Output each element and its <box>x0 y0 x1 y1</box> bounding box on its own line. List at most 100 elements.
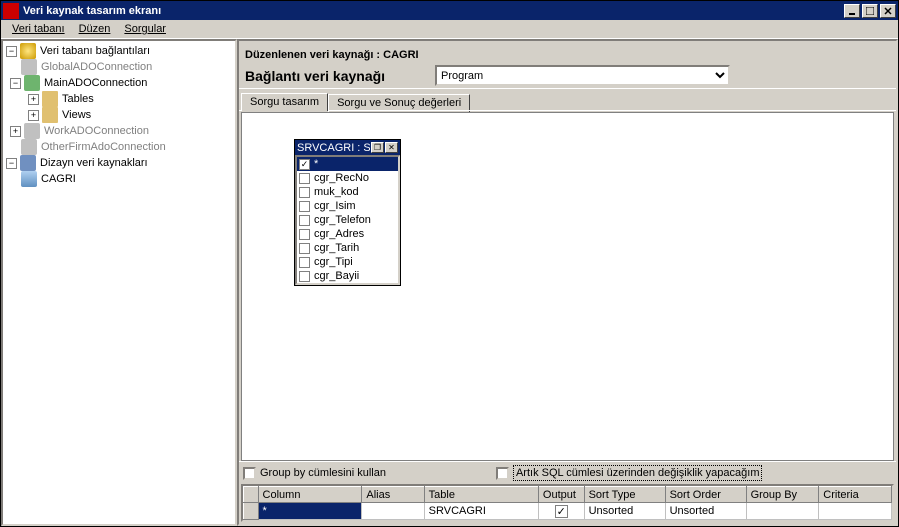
query-icon <box>21 171 37 187</box>
page-title: Düzenlenen veri kaynağı : CAGRI <box>245 45 890 61</box>
tree-node-design[interactable]: − Dizayn veri kaynakları <box>3 155 235 171</box>
field-window-titlebar[interactable]: SRVCAGRI : S ❐ ✕ <box>295 140 400 155</box>
column-header[interactable]: Table <box>424 487 538 503</box>
column-header[interactable]: Criteria <box>819 487 892 503</box>
query-design-surface[interactable]: SRVCAGRI : S ❐ ✕ ✓*cgr_RecNomuk_kodcgr_I… <box>241 112 894 461</box>
cell-column[interactable]: * <box>258 503 362 520</box>
column-header[interactable]: Sort Order <box>665 487 746 503</box>
app-icon <box>3 3 19 19</box>
conn-source-label: Bağlantı veri kaynağı <box>245 68 435 84</box>
table-field-window[interactable]: SRVCAGRI : S ❐ ✕ ✓*cgr_RecNomuk_kodcgr_I… <box>294 139 401 286</box>
field-checkbox[interactable] <box>299 271 310 282</box>
maximize-button[interactable] <box>862 4 878 18</box>
tab-bar: Sorgu tasarım Sorgu ve Sonuç değerleri <box>239 89 896 110</box>
field-label: * <box>314 158 318 170</box>
tree-node-connections[interactable]: − Veri tabanı bağlantıları <box>3 43 235 59</box>
field-item[interactable]: cgr_Tarih <box>297 241 398 255</box>
field-label: cgr_Telefon <box>314 214 371 226</box>
field-label: cgr_Tipi <box>314 256 353 268</box>
database-icon <box>20 43 36 59</box>
cell-group-by[interactable] <box>746 503 819 520</box>
design-icon <box>20 155 36 171</box>
designer-header: Düzenlenen veri kaynağı : CAGRI Bağlantı… <box>239 41 896 89</box>
cell-output[interactable]: ✓ <box>538 503 584 520</box>
tree-node-other[interactable]: OtherFirmAdoConnection <box>3 139 235 155</box>
field-checkbox[interactable] <box>299 243 310 254</box>
field-checkbox[interactable] <box>299 229 310 240</box>
field-label: cgr_Adres <box>314 228 364 240</box>
menu-queries[interactable]: Sorgular <box>117 21 173 37</box>
tree-node-work[interactable]: + WorkADOConnection <box>3 123 235 139</box>
field-item[interactable]: cgr_Telefon <box>297 213 398 227</box>
tree-node-cagri[interactable]: CAGRI <box>3 171 235 187</box>
column-header[interactable]: Alias <box>362 487 424 503</box>
tab-design[interactable]: Sorgu tasarım <box>241 93 328 111</box>
tree-node-views[interactable]: + Views <box>3 107 235 123</box>
cell-sort-order[interactable]: Unsorted <box>665 503 746 520</box>
menu-bar: Veri tabanı Düzen Sorgular <box>1 20 898 39</box>
menu-database[interactable]: Veri tabanı <box>5 21 72 37</box>
field-label: cgr_Tarih <box>314 242 359 254</box>
connection-icon <box>21 139 37 155</box>
main-area: − Veri tabanı bağlantıları GlobalADOConn… <box>1 39 898 526</box>
field-item[interactable]: muk_kod <box>297 185 398 199</box>
window-title: Veri kaynak tasarım ekranı <box>23 5 842 17</box>
connection-icon <box>21 59 37 75</box>
rawsql-label: Artık SQL cümlesi üzerinden değişiklik y… <box>513 465 763 481</box>
tree-node-global[interactable]: GlobalADOConnection <box>3 59 235 75</box>
folder-icon <box>42 107 58 123</box>
cell-criteria[interactable] <box>819 503 892 520</box>
window-titlebar: Veri kaynak tasarım ekranı <box>1 1 898 20</box>
connection-icon <box>24 75 40 91</box>
collapse-icon[interactable]: − <box>10 78 21 89</box>
options-row: Group by cümlesini kullan Artık SQL cüml… <box>239 461 896 484</box>
column-header[interactable]: Column <box>258 487 362 503</box>
cell-sort-type[interactable]: Unsorted <box>584 503 665 520</box>
table-row[interactable]: * SRVCAGRI ✓ Unsorted Unsorted <box>244 503 892 520</box>
rawsql-checkbox[interactable] <box>496 467 509 480</box>
tree-node-tables[interactable]: + Tables <box>3 91 235 107</box>
menu-edit[interactable]: Düzen <box>72 21 118 37</box>
close-icon[interactable]: ✕ <box>385 142 398 153</box>
field-checkbox[interactable]: ✓ <box>299 159 310 170</box>
tree-node-main[interactable]: − MainADOConnection <box>3 75 235 91</box>
field-label: cgr_Isim <box>314 200 356 212</box>
field-item[interactable]: cgr_Bayii <box>297 269 398 283</box>
collapse-icon[interactable]: − <box>6 46 17 57</box>
field-item[interactable]: cgr_Tipi <box>297 255 398 269</box>
connection-icon <box>24 123 40 139</box>
field-list[interactable]: ✓*cgr_RecNomuk_kodcgr_Isimcgr_Telefoncgr… <box>295 155 400 285</box>
field-checkbox[interactable] <box>299 201 310 212</box>
conn-source-select[interactable]: Program <box>435 65 730 86</box>
column-header[interactable]: Group By <box>746 487 819 503</box>
field-checkbox[interactable] <box>299 257 310 268</box>
field-checkbox[interactable] <box>299 173 310 184</box>
field-item[interactable]: cgr_Adres <box>297 227 398 241</box>
minimize-button[interactable] <box>844 4 860 18</box>
criteria-grid[interactable]: ColumnAliasTableOutputSort TypeSort Orde… <box>241 484 894 522</box>
field-label: cgr_RecNo <box>314 172 369 184</box>
field-item[interactable]: ✓* <box>297 157 398 171</box>
column-header[interactable]: Output <box>538 487 584 503</box>
field-item[interactable]: cgr_Isim <box>297 199 398 213</box>
restore-icon[interactable]: ❐ <box>371 142 384 153</box>
expand-icon[interactable]: + <box>28 110 39 121</box>
tree-panel[interactable]: − Veri tabanı bağlantıları GlobalADOConn… <box>1 39 237 526</box>
expand-icon[interactable]: + <box>28 94 39 105</box>
column-header[interactable]: Sort Type <box>584 487 665 503</box>
cell-table[interactable]: SRVCAGRI <box>424 503 538 520</box>
field-checkbox[interactable] <box>299 187 310 198</box>
right-panel: Düzenlenen veri kaynağı : CAGRI Bağlantı… <box>237 39 898 526</box>
folder-icon <box>42 91 58 107</box>
row-header[interactable] <box>244 503 259 520</box>
field-item[interactable]: cgr_RecNo <box>297 171 398 185</box>
cell-alias[interactable] <box>362 503 424 520</box>
field-label: muk_kod <box>314 186 359 198</box>
collapse-icon[interactable]: − <box>6 158 17 169</box>
field-checkbox[interactable] <box>299 215 310 226</box>
groupby-label: Group by cümlesini kullan <box>260 467 386 479</box>
close-button[interactable] <box>880 4 896 18</box>
groupby-checkbox[interactable] <box>243 467 256 480</box>
field-label: cgr_Bayii <box>314 270 359 282</box>
expand-icon[interactable]: + <box>10 126 21 137</box>
